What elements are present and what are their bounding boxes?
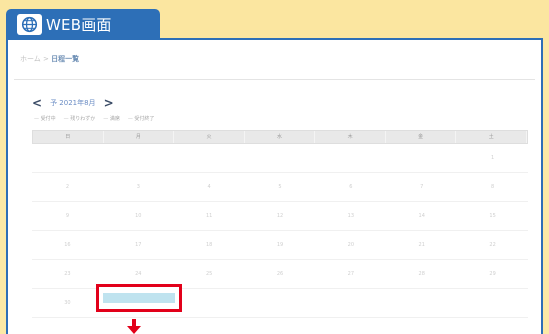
weekday-header: 日 — [33, 131, 104, 143]
calendar-day-cell[interactable]: 8 — [457, 173, 528, 201]
calendar-day-cell[interactable]: 11 — [174, 202, 245, 230]
divider — [14, 79, 535, 80]
calendar-week-row: 9 10 11 12 13 14 15 — [32, 202, 528, 231]
calendar-day-cell[interactable] — [174, 289, 245, 317]
calendar-day-cell[interactable]: 30 — [32, 289, 103, 317]
calendar-day-cell[interactable] — [386, 144, 457, 172]
calendar-day-cell[interactable] — [315, 289, 386, 317]
calendar-day-cell[interactable]: 2 — [32, 173, 103, 201]
calendar-day-cell[interactable]: 23 — [32, 260, 103, 288]
weekday-header: 火 — [174, 131, 245, 143]
calendar-day-cell[interactable]: 28 — [386, 260, 457, 288]
calendar-day-cell[interactable]: 20 — [315, 231, 386, 259]
highlighted-reserve-button[interactable] — [96, 284, 182, 312]
calendar-day-cell[interactable]: 18 — [174, 231, 245, 259]
calendar-day-cell[interactable]: 1 — [457, 144, 528, 172]
calendar-day-cell[interactable]: 4 — [174, 173, 245, 201]
breadcrumb: ホーム > 日程一覧 — [20, 54, 79, 64]
calendar-day-cell[interactable] — [457, 289, 528, 317]
legend: 受付中 残りわずか 満席 受付終了 — [34, 115, 155, 122]
calendar-day-cell[interactable]: 6 — [315, 173, 386, 201]
calendar-day-cell[interactable]: 14 — [386, 202, 457, 230]
legend-item: 残りわずか — [64, 115, 95, 122]
web-screen-frame: ホーム > 日程一覧 < 予 2021年8月 > 受付中 残りわずか 満席 受付… — [6, 38, 543, 334]
calendar-day-cell[interactable] — [386, 289, 457, 317]
calendar-day-cell[interactable]: 10 — [103, 202, 174, 230]
calendar-header: 日 月 火 水 木 金 土 — [32, 130, 528, 144]
calendar-day-cell[interactable] — [245, 144, 316, 172]
prev-month-button[interactable]: < — [32, 96, 42, 110]
calendar-day-cell[interactable]: 15 — [457, 202, 528, 230]
calendar-day-cell[interactable]: 13 — [315, 202, 386, 230]
calendar-day-cell[interactable]: 25 — [174, 260, 245, 288]
tab-title: WEB画面 — [46, 16, 112, 34]
legend-item: 満席 — [103, 115, 120, 122]
legend-item: 受付終了 — [128, 115, 154, 122]
web-screen-tab: WEB画面 — [6, 9, 160, 40]
calendar-week-row: 1 — [32, 144, 528, 173]
calendar-day-cell[interactable]: 5 — [245, 173, 316, 201]
calendar-week-row: 16 17 18 19 20 21 22 — [32, 231, 528, 260]
breadcrumb-current: 日程一覧 — [51, 55, 80, 63]
next-month-button[interactable]: > — [104, 96, 114, 110]
month-nav: < 予 2021年8月 > — [32, 96, 114, 110]
legend-item: 受付中 — [34, 115, 56, 122]
calendar-day-cell[interactable]: 29 — [457, 260, 528, 288]
breadcrumb-home[interactable]: ホーム > — [20, 55, 49, 63]
weekday-header: 木 — [315, 131, 386, 143]
globe-icon — [17, 14, 42, 35]
weekday-header: 月 — [104, 131, 175, 143]
calendar-day-cell[interactable] — [315, 144, 386, 172]
calendar-day-cell[interactable] — [32, 144, 103, 172]
calendar-day-cell[interactable] — [174, 144, 245, 172]
calendar-day-cell[interactable]: 22 — [457, 231, 528, 259]
calendar-day-cell[interactable]: 7 — [386, 173, 457, 201]
weekday-header: 土 — [456, 131, 528, 143]
month-label: 予 2021年8月 — [50, 99, 96, 107]
calendar-day-cell[interactable]: 12 — [245, 202, 316, 230]
calendar-day-cell[interactable]: 3 — [103, 173, 174, 201]
calendar-day-cell[interactable] — [103, 144, 174, 172]
calendar-day-cell[interactable]: 17 — [103, 231, 174, 259]
arrow-down-icon — [127, 319, 141, 334]
weekday-header: 金 — [386, 131, 457, 143]
weekday-header: 水 — [245, 131, 316, 143]
reserve-button[interactable] — [103, 293, 175, 303]
calendar-day-cell[interactable]: 9 — [32, 202, 103, 230]
calendar-day-cell[interactable]: 19 — [245, 231, 316, 259]
calendar-week-row: 2345678 — [32, 173, 528, 202]
calendar-day-cell[interactable]: 26 — [245, 260, 316, 288]
calendar-day-cell[interactable]: 27 — [315, 260, 386, 288]
calendar-day-cell[interactable]: 16 — [32, 231, 103, 259]
calendar-day-cell[interactable] — [245, 289, 316, 317]
calendar-day-cell[interactable]: 21 — [386, 231, 457, 259]
